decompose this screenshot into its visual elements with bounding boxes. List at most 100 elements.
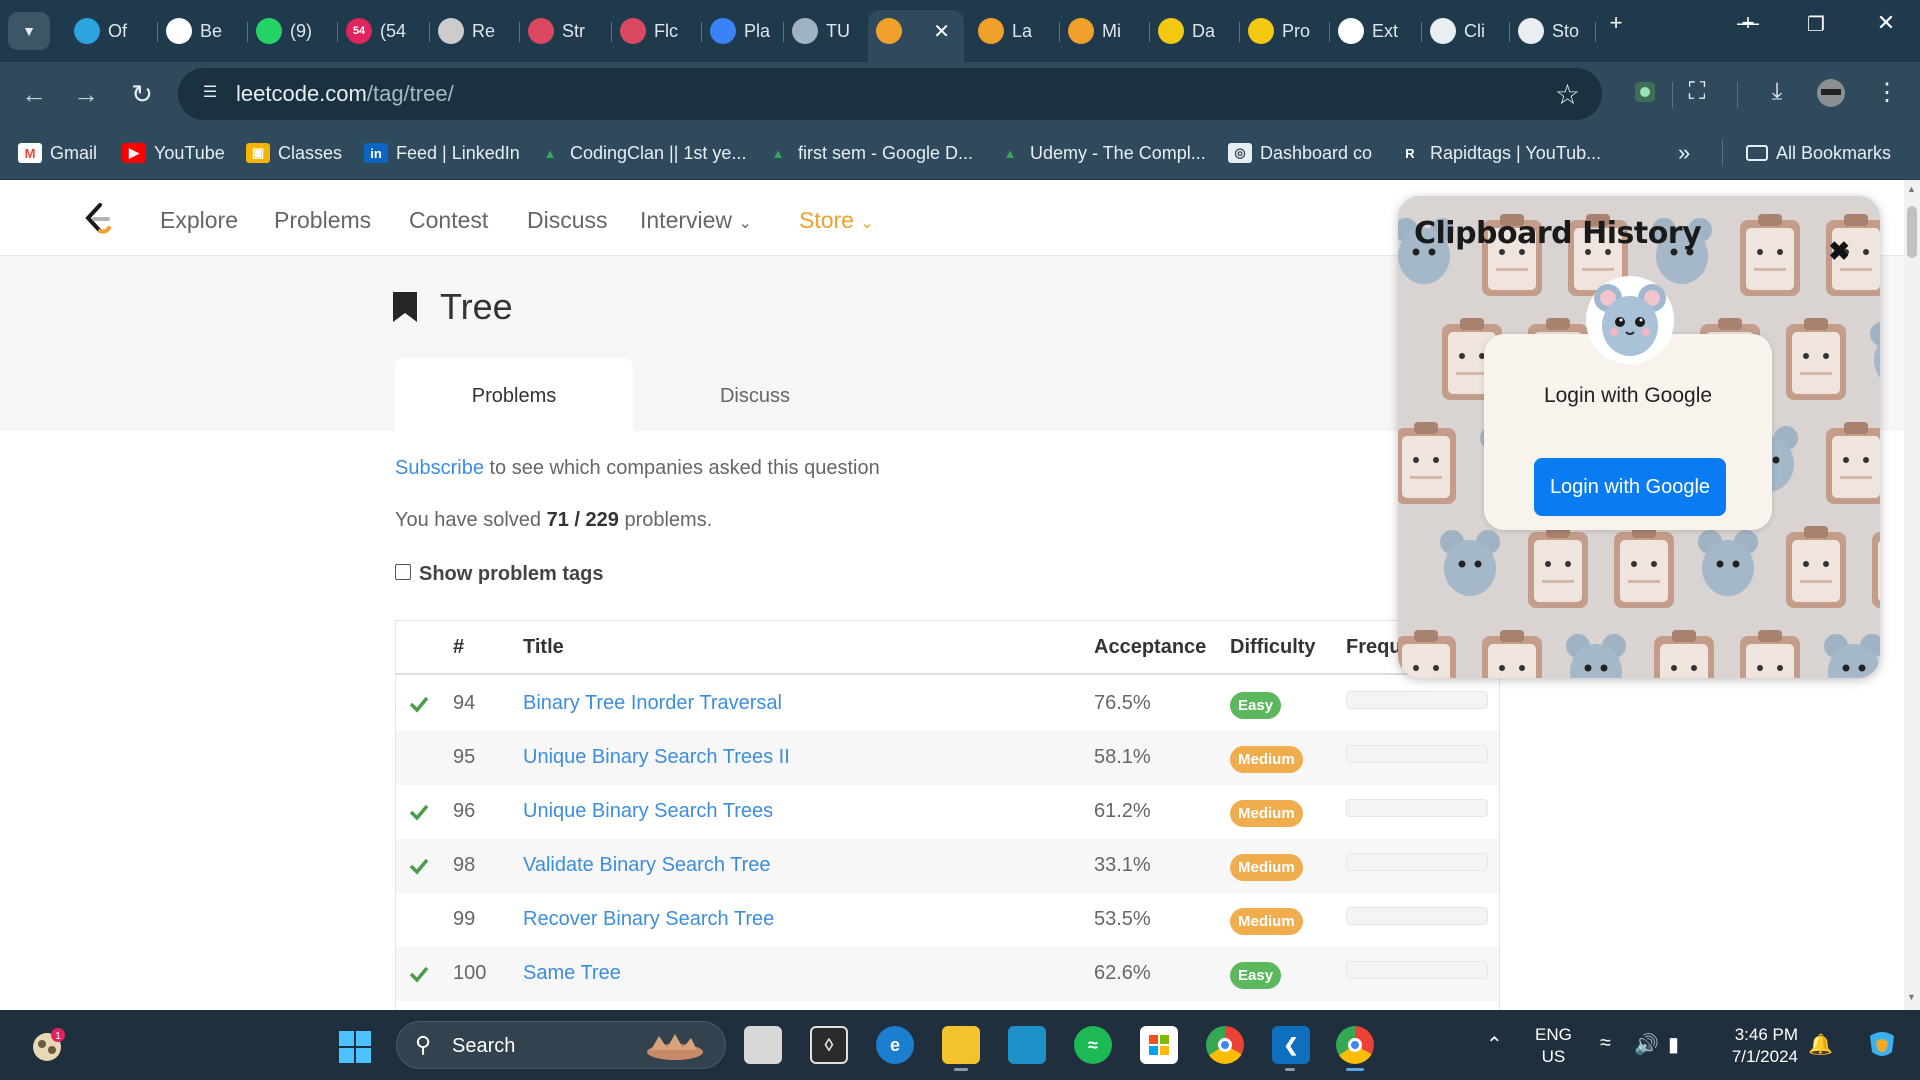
url-text[interactable]: leetcode.com/tag/tree/: [236, 81, 454, 107]
problem-title-link[interactable]: Binary Tree Inorder Traversal: [523, 692, 782, 715]
show-tags-toggle[interactable]: Show problem tags: [395, 563, 603, 586]
problem-title-link[interactable]: Recover Binary Search Tree: [523, 908, 774, 931]
header-number[interactable]: #: [453, 636, 464, 659]
nav-explore[interactable]: Explore: [160, 207, 238, 234]
chrome-app-icon[interactable]: [1206, 1026, 1244, 1064]
login-with-google-button[interactable]: Login with Google: [1534, 458, 1726, 516]
notifications-bell-icon[interactable]: 🔔: [1808, 1032, 1833, 1057]
restore-window-button[interactable]: ❐: [1796, 12, 1836, 37]
address-bar[interactable]: ☰ leetcode.com/tag/tree/ ☆: [178, 68, 1602, 120]
extensions-puzzle-icon[interactable]: ⛶: [1680, 78, 1714, 106]
header-title[interactable]: Title: [523, 636, 564, 659]
taskview-app-icon[interactable]: [744, 1026, 782, 1064]
browser-tab[interactable]: Sto: [1510, 10, 1596, 52]
browser-tab-label: Da: [1192, 20, 1216, 41]
bookmark-item[interactable]: R Rapidtags | YouTub...: [1398, 140, 1601, 166]
remote-desktop-icon[interactable]: [1008, 1026, 1046, 1064]
menu-kebab-icon[interactable]: ⋮: [1870, 78, 1904, 107]
edge-browser-icon[interactable]: e: [876, 1026, 914, 1064]
subscribe-text: to see which companies asked this questi…: [483, 457, 880, 479]
new-tab-plus[interactable]: +: [1596, 10, 1636, 36]
scroll-up-icon[interactable]: ▲: [1907, 184, 1916, 194]
browser-tab[interactable]: Be: [158, 10, 248, 52]
download-icon[interactable]: ⤓: [1760, 78, 1794, 106]
leetcode-logo[interactable]: [80, 202, 114, 236]
nav-contest[interactable]: Contest: [409, 207, 488, 234]
problem-title-link[interactable]: Unique Binary Search Trees: [523, 800, 773, 823]
browser-tab[interactable]: Mi: [1060, 10, 1150, 52]
close-tab-icon[interactable]: ✕: [933, 19, 950, 44]
header-acceptance[interactable]: Acceptance: [1094, 636, 1206, 659]
browser-tab[interactable]: TU: [784, 10, 872, 52]
forward-button[interactable]: →: [68, 78, 104, 110]
browser-tab[interactable]: La: [970, 10, 1060, 52]
browser-tab[interactable]: 54 (54: [338, 10, 430, 52]
header-difficulty[interactable]: Difficulty: [1230, 636, 1316, 659]
bookmark-item[interactable]: ▲ first sem - Google D...: [766, 140, 973, 166]
browser-tab[interactable]: Pla: [702, 10, 784, 52]
file-explorer-icon[interactable]: [942, 1026, 980, 1064]
browser-tab[interactable]: ✕: [868, 10, 964, 62]
problem-title-link[interactable]: Validate Binary Search Tree: [523, 854, 771, 877]
bookmark-item[interactable]: ▲ Udemy - The Compl...: [998, 140, 1206, 166]
subscribe-link[interactable]: Subscribe: [395, 457, 484, 479]
more-bookmarks-button[interactable]: »: [1678, 140, 1690, 166]
bookmark-item[interactable]: in Feed | LinkedIn: [364, 140, 520, 166]
bookmark-item[interactable]: M Gmail: [18, 140, 97, 166]
clock[interactable]: 3:46 PM 7/1/2024: [1716, 1024, 1798, 1068]
browser-tab[interactable]: Re: [430, 10, 520, 52]
spotify-icon[interactable]: ≈: [1074, 1026, 1112, 1064]
browser-tab[interactable]: Pro: [1240, 10, 1330, 52]
vscode-icon[interactable]: ❮: [1272, 1026, 1310, 1064]
browser-tab[interactable]: Ext: [1330, 10, 1422, 52]
close-icon[interactable]: ✖: [1828, 236, 1850, 267]
problem-title-link[interactable]: Same Tree: [523, 962, 621, 985]
volume-icon[interactable]: 🔊: [1634, 1032, 1659, 1057]
bookmark-item[interactable]: ▣ Classes: [246, 140, 342, 166]
all-bookmarks-button[interactable]: All Bookmarks: [1746, 140, 1891, 166]
nav-discuss[interactable]: Discuss: [527, 207, 608, 234]
browser-tab-label: Str: [562, 20, 586, 41]
extension-icon[interactable]: [1628, 78, 1662, 113]
site-settings-icon[interactable]: ☰: [198, 82, 222, 106]
windows-start-icon[interactable]: [338, 1030, 372, 1064]
browser-tab[interactable]: Of: [66, 10, 158, 52]
tab-discuss[interactable]: Discuss: [660, 358, 850, 431]
chevron-up-icon[interactable]: ⌃: [1486, 1032, 1503, 1057]
language-indicator[interactable]: ENG US: [1535, 1024, 1572, 1068]
browser-tab[interactable]: Flc: [612, 10, 702, 52]
header-frequency[interactable]: Frequ: [1346, 636, 1402, 659]
minimize-window-button[interactable]: —: [1728, 10, 1768, 36]
nav-interview[interactable]: Interview ⌄: [640, 207, 752, 234]
page-scrollbar[interactable]: ▲ ▼: [1904, 180, 1920, 1010]
wifi-icon[interactable]: ≈: [1600, 1032, 1611, 1055]
problem-title-link[interactable]: Unique Binary Search Trees II: [523, 746, 790, 769]
back-button[interactable]: ←: [16, 78, 52, 110]
weather-widget-icon[interactable]: 1: [30, 1028, 66, 1064]
chrome-profile-app-icon[interactable]: [1336, 1026, 1374, 1064]
clock-time: 3:46 PM: [1734, 1025, 1798, 1044]
browser-tab[interactable]: (9): [248, 10, 338, 52]
reload-button[interactable]: ↻: [124, 78, 160, 110]
bookmark-item[interactable]: ◎ Dashboard co: [1228, 140, 1372, 166]
tab-search-button[interactable]: ▼: [8, 12, 50, 50]
profile-avatar[interactable]: [1814, 78, 1848, 115]
scroll-thumb[interactable]: [1907, 206, 1917, 258]
close-window-button[interactable]: ✕: [1866, 10, 1906, 36]
bookmark-star-icon[interactable]: ☆: [1555, 78, 1580, 111]
taskbar-search-box[interactable]: ⚲ Search: [396, 1021, 726, 1069]
browser-tab[interactable]: Cli: [1422, 10, 1510, 52]
bookmark-item[interactable]: ▶ YouTube: [122, 140, 225, 166]
unity-app-icon[interactable]: ◊: [810, 1026, 848, 1064]
copilot-icon[interactable]: [1866, 1028, 1898, 1066]
scroll-down-icon[interactable]: ▼: [1907, 992, 1916, 1002]
show-tags-checkbox[interactable]: [395, 563, 411, 580]
browser-tab[interactable]: Str: [520, 10, 612, 52]
microsoft-store-icon[interactable]: [1140, 1026, 1178, 1064]
nav-problems[interactable]: Problems: [274, 207, 371, 234]
nav-store[interactable]: Store ⌄: [799, 207, 874, 234]
browser-tab[interactable]: Da: [1150, 10, 1240, 52]
bookmark-item[interactable]: ▲ CodingClan || 1st ye...: [538, 140, 747, 166]
tab-problems[interactable]: Problems: [395, 358, 633, 431]
battery-icon[interactable]: ▮: [1668, 1032, 1679, 1057]
